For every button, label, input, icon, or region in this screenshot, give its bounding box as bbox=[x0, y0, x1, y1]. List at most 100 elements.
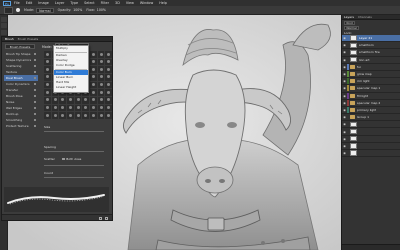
brush-tip-thumbnail[interactable] bbox=[51, 104, 59, 112]
new-brush-icon[interactable] bbox=[99, 216, 102, 220]
brush-tip-thumbnail[interactable] bbox=[89, 96, 97, 104]
brush-tip-thumbnail[interactable] bbox=[105, 73, 112, 81]
lock-icon[interactable] bbox=[33, 100, 36, 104]
brush-tip-thumbnail[interactable] bbox=[44, 58, 51, 66]
brush-tip-thumbnail[interactable] bbox=[105, 112, 112, 119]
lock-icon[interactable] bbox=[33, 118, 36, 122]
brush-tip-thumbnail[interactable] bbox=[44, 73, 51, 81]
menu-item[interactable]: Select bbox=[84, 1, 94, 5]
menu-item[interactable]: 3D bbox=[115, 1, 120, 5]
brush-tip-thumbnail[interactable] bbox=[51, 96, 59, 104]
brush-tip-thumbnail[interactable] bbox=[89, 66, 97, 73]
layer-row[interactable]: ◉ specular map 2 bbox=[342, 99, 400, 107]
lock-icon[interactable] bbox=[33, 88, 36, 92]
brush-tip-thumbnail[interactable] bbox=[44, 81, 51, 89]
lock-icon[interactable] bbox=[33, 58, 36, 62]
brush-tip-thumbnail[interactable] bbox=[82, 112, 89, 119]
brush-tip-thumbnail[interactable] bbox=[89, 58, 97, 66]
layer-row[interactable]: ◉ smallhorn fire bbox=[342, 49, 400, 57]
opacity-value[interactable]: 100% bbox=[73, 8, 82, 12]
brush-tip-thumbnail[interactable] bbox=[51, 112, 59, 119]
brush-tip-thumbnail[interactable] bbox=[74, 104, 82, 112]
brush-tip-thumbnail[interactable] bbox=[59, 112, 66, 119]
tab-channels[interactable]: Channels bbox=[358, 15, 372, 19]
layer-row[interactable]: ◉ rim light bbox=[342, 78, 400, 86]
brush-tip-thumbnail[interactable] bbox=[105, 81, 112, 89]
lock-icon[interactable] bbox=[33, 64, 36, 68]
menu-item[interactable]: Edit bbox=[26, 1, 33, 5]
brush-tip-thumbnail[interactable] bbox=[89, 112, 97, 119]
brush-tip-thumbnail[interactable] bbox=[97, 104, 105, 112]
menu-item[interactable]: Image bbox=[38, 1, 49, 5]
brush-tip-thumbnail[interactable] bbox=[89, 104, 97, 112]
brush-tip-thumbnail[interactable] bbox=[105, 89, 112, 96]
trash-icon[interactable] bbox=[105, 216, 108, 220]
brush-tip-thumbnail[interactable] bbox=[97, 89, 105, 96]
lock-icon[interactable] bbox=[33, 52, 36, 56]
menu-item[interactable]: Type bbox=[70, 1, 78, 5]
brush-tip-thumbnail[interactable] bbox=[97, 51, 105, 58]
brush-tip-thumbnail[interactable] bbox=[89, 51, 97, 58]
brush-tip-thumbnail[interactable] bbox=[89, 73, 97, 81]
layer-row[interactable]: ◉ bbox=[342, 150, 400, 158]
brush-tip-thumbnail[interactable] bbox=[97, 81, 105, 89]
layer-row[interactable]: ◉ Group 1 bbox=[342, 114, 400, 122]
menu-item[interactable]: File bbox=[14, 1, 20, 5]
menu-item[interactable]: Help bbox=[159, 1, 167, 5]
brush-tip-thumbnail[interactable] bbox=[66, 104, 74, 112]
menu-item[interactable]: Layer bbox=[55, 1, 64, 5]
blend-mode-option[interactable]: Color Dodge bbox=[54, 63, 88, 68]
brush-tip-thumbnail[interactable] bbox=[44, 66, 51, 73]
layer-kind-filter[interactable]: Kind bbox=[344, 20, 356, 25]
brush-tip-thumbnail[interactable] bbox=[44, 96, 51, 104]
brush-tip-thumbnail[interactable] bbox=[44, 51, 51, 58]
brush-tip-thumbnail[interactable] bbox=[82, 96, 89, 104]
layer-row[interactable]: ◉ bbox=[342, 128, 400, 136]
brush-tip-thumbnail[interactable] bbox=[74, 96, 82, 104]
brush-tip-thumbnail[interactable] bbox=[105, 96, 112, 104]
brush-tip-thumbnail[interactable] bbox=[44, 104, 51, 112]
brush-tip-thumbnail[interactable] bbox=[66, 112, 74, 119]
flow-value[interactable]: 100% bbox=[97, 8, 106, 12]
layer-row[interactable]: ◉ smallhorn bbox=[342, 42, 400, 50]
brush-tip-thumbnail[interactable] bbox=[97, 58, 105, 66]
size-slider[interactable] bbox=[44, 131, 104, 132]
tab-layers[interactable]: Layers bbox=[344, 15, 354, 19]
lock-icon[interactable] bbox=[33, 82, 36, 86]
layer-row[interactable]: ◉ glow map bbox=[342, 71, 400, 79]
tab-brush-presets[interactable]: Brush Presets bbox=[18, 37, 39, 41]
blend-mode-option[interactable]: Linear Height bbox=[54, 85, 88, 90]
lock-icon[interactable] bbox=[33, 94, 36, 98]
brush-tip-thumbnail[interactable] bbox=[89, 89, 97, 96]
count-slider[interactable] bbox=[44, 177, 104, 178]
brush-tip-thumbnail[interactable] bbox=[44, 112, 51, 119]
brush-presets-button[interactable]: Brush Presets bbox=[5, 44, 35, 49]
lock-icon[interactable] bbox=[33, 112, 36, 116]
menu-item[interactable]: Window bbox=[140, 1, 153, 5]
brush-tip-thumbnail[interactable] bbox=[59, 104, 66, 112]
lock-icon[interactable] bbox=[33, 76, 36, 80]
layer-row[interactable]: ◉ bbox=[342, 135, 400, 143]
move-tool-icon[interactable] bbox=[1, 16, 7, 22]
layer-row[interactable]: ◉ primary light bbox=[342, 106, 400, 115]
brush-size-icon[interactable] bbox=[16, 8, 20, 12]
layer-row[interactable]: ◉ fill light bbox=[342, 92, 400, 100]
brush-tip-thumbnail[interactable] bbox=[74, 112, 82, 119]
brush-tip-thumbnail[interactable] bbox=[97, 96, 105, 104]
layer-row[interactable]: ◉ fur bbox=[342, 63, 400, 71]
marquee-tool-icon[interactable] bbox=[1, 23, 7, 28]
brush-tip-thumbnail[interactable] bbox=[105, 51, 112, 58]
both-axes-checkbox[interactable]: Both Axes bbox=[62, 157, 81, 161]
brush-tip-thumbnail[interactable] bbox=[97, 112, 105, 119]
lock-icon[interactable] bbox=[33, 70, 36, 74]
brush-tip-thumbnail[interactable] bbox=[44, 89, 51, 96]
lock-icon[interactable] bbox=[33, 124, 36, 128]
layer-blend-select[interactable]: Normal bbox=[344, 25, 360, 30]
brush-tip-thumbnail[interactable] bbox=[66, 96, 74, 104]
brush-tip-thumbnail[interactable] bbox=[105, 104, 112, 112]
layer-row[interactable]: ◉ specular map 1 bbox=[342, 85, 400, 93]
lock-icon[interactable] bbox=[33, 106, 36, 110]
mode-select[interactable]: Normal bbox=[36, 7, 54, 13]
brush-tip-thumbnail[interactable] bbox=[89, 81, 97, 89]
brush-tip-thumbnail[interactable] bbox=[82, 104, 89, 112]
